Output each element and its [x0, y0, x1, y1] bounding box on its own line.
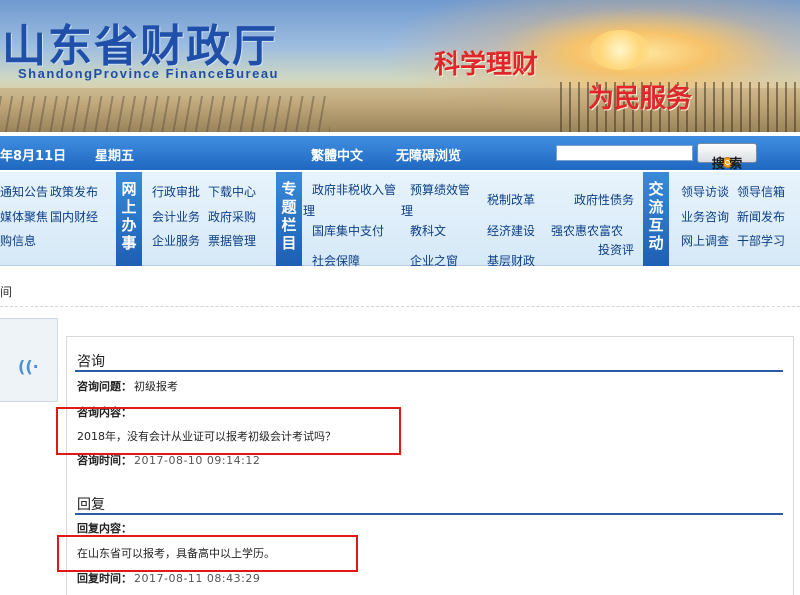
- consult-time-value: 2017-08-10 09:14:12: [134, 454, 261, 467]
- nav-procurement-info[interactable]: 购信息: [0, 232, 36, 249]
- nav-gov-procurement[interactable]: 政府采购: [208, 208, 256, 225]
- nav-agriculture-support[interactable]: 强农惠农富农: [551, 222, 623, 239]
- banner-reeds-left: [0, 96, 330, 132]
- tab-online-service[interactable]: 网上办事: [116, 172, 142, 266]
- tab-online-service-label: 网上办事: [121, 180, 137, 252]
- reply-time-label: 回复时间：: [77, 572, 132, 585]
- nav-nontax-revenue[interactable]: 政府非税收入管: [312, 181, 396, 198]
- nav-notice[interactable]: 通知公告: [0, 183, 48, 200]
- nav-budget-performance-cont[interactable]: 理: [401, 202, 413, 219]
- side-widget[interactable]: ((·: [0, 318, 58, 402]
- breadcrumb: 间: [0, 285, 13, 299]
- slogan-science: 科学理财: [434, 50, 539, 80]
- highlight-consult-content: [56, 407, 401, 455]
- date-text: 年8月11日: [0, 149, 67, 164]
- slogan-service: 为民服务: [588, 84, 693, 114]
- consult-section-divider: [75, 370, 783, 372]
- reply-time-row: 回复时间： 2017-08-11 08:43:29: [77, 570, 260, 586]
- main-nav: 通知公告 政策发布 媒体聚焦 国内财经 购信息 网上办事 行政审批 下载中心 会…: [0, 172, 800, 269]
- nav-tax-reform[interactable]: 税制改革: [487, 191, 535, 208]
- reply-time-value: 2017-08-11 08:43:29: [134, 572, 261, 585]
- nav-nontax-revenue-cont[interactable]: 理: [303, 202, 315, 219]
- nav-enterprise-window[interactable]: 企业之窗: [410, 252, 458, 269]
- nav-leader-interview[interactable]: 领导访谈: [681, 183, 729, 200]
- tab-exchange[interactable]: 交流互动: [643, 172, 669, 266]
- reply-section-divider: [75, 513, 783, 515]
- site-subtitle: ShandongProvince FinanceBureau: [18, 66, 279, 81]
- consult-time-label: 咨询时间：: [77, 454, 132, 467]
- consult-section-title: 咨询: [77, 354, 105, 370]
- nav-business-consult[interactable]: 业务咨询: [681, 208, 729, 225]
- reply-section-title: 回复: [77, 497, 105, 513]
- search-input[interactable]: [556, 145, 693, 161]
- consult-question-value: 初级报考: [134, 380, 178, 393]
- consult-question-row: 咨询问题： 初级报考: [77, 378, 178, 394]
- nav-investment-review[interactable]: 投资评: [598, 241, 634, 258]
- banner-sun: [590, 30, 650, 70]
- search-button-label: 搜 索: [711, 157, 743, 172]
- reply-content-label-text: 回复内容：: [77, 522, 132, 535]
- audio-wave-icon: ((·: [18, 357, 39, 376]
- nav-online-survey[interactable]: 网上调查: [681, 232, 729, 249]
- nav-admin-approval[interactable]: 行政审批: [152, 183, 200, 200]
- search-button[interactable]: 搜 索: [697, 143, 757, 172]
- top-bar: 年8月11日 星期五 繁體中文 无障碍浏览 搜 索: [0, 136, 800, 172]
- tab-special-topics[interactable]: 专题栏目: [276, 172, 302, 266]
- nav-cadre-learning[interactable]: 干部学习: [737, 232, 785, 249]
- nav-budget-performance[interactable]: 预算绩效管: [410, 181, 470, 198]
- nav-policy[interactable]: 政策发布: [50, 183, 98, 200]
- tab-exchange-label: 交流互动: [648, 180, 664, 252]
- breadcrumb-divider: [0, 306, 800, 307]
- consult-question-label: 咨询问题：: [77, 380, 132, 393]
- nav-bill-management[interactable]: 票据管理: [208, 232, 256, 249]
- weekday-text: 星期五: [95, 149, 135, 164]
- traditional-chinese-link[interactable]: 繁體中文: [311, 145, 363, 164]
- nav-enterprise-service[interactable]: 企业服务: [152, 232, 200, 249]
- tab-special-topics-label: 专题栏目: [281, 180, 297, 252]
- nav-media[interactable]: 媒体聚焦: [0, 208, 48, 225]
- nav-grassroots-finance[interactable]: 基层财政: [487, 252, 535, 269]
- reply-content-label: 回复内容：: [77, 520, 132, 536]
- nav-social-security[interactable]: 社会保障: [312, 252, 360, 269]
- nav-gov-debt[interactable]: 政府性债务: [574, 191, 634, 208]
- nav-economic-construction[interactable]: 经济建设: [487, 222, 535, 239]
- site-banner: 山东省财政厅 ShandongProvince FinanceBureau 科学…: [0, 0, 800, 132]
- site-title: 山东省财政厅: [2, 21, 278, 72]
- nav-download-center[interactable]: 下载中心: [208, 183, 256, 200]
- nav-treasury-payment[interactable]: 国库集中支付: [312, 222, 384, 239]
- highlight-reply-content: [57, 535, 358, 572]
- nav-leader-mailbox[interactable]: 领导信箱: [737, 183, 785, 200]
- nav-accounting[interactable]: 会计业务: [152, 208, 200, 225]
- accessible-browse-link[interactable]: 无障碍浏览: [396, 145, 461, 164]
- nav-domestic-finance[interactable]: 国内财经: [50, 208, 98, 225]
- nav-education-science[interactable]: 教科文: [410, 222, 446, 239]
- nav-news-release[interactable]: 新闻发布: [737, 208, 785, 225]
